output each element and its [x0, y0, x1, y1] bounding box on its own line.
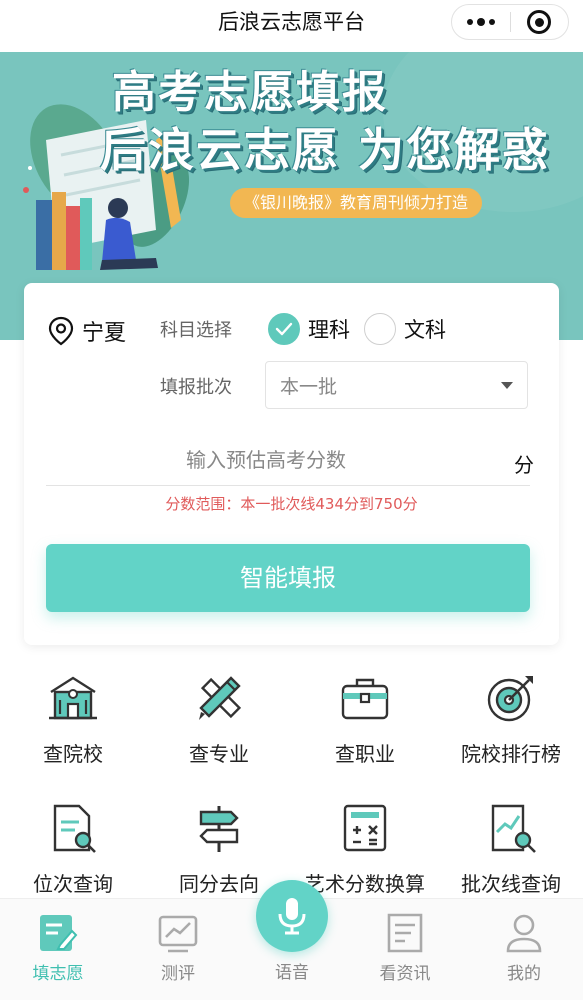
document-search-icon — [53, 804, 96, 853]
target-icon — [487, 676, 533, 722]
tab-label: 测评 — [161, 964, 195, 984]
banner-headline-1: 高考志愿填报 — [112, 67, 388, 118]
feature-label: 查专业 — [189, 742, 249, 766]
batch-label: 填报批次 — [160, 377, 232, 398]
signpost-icon — [199, 806, 239, 852]
subject-option-label: 理科 — [308, 318, 350, 342]
feature-same-score[interactable]: 同分去向 — [146, 800, 292, 897]
tab-voice-label: 语音 — [275, 963, 309, 983]
checked-radio-icon — [268, 313, 300, 345]
batch-selected-value: 本一批 — [280, 375, 338, 398]
banner-ribbon: 《银川晚报》教育周刊倾力打造 — [230, 188, 483, 218]
user-icon — [506, 914, 542, 953]
briefcase-icon — [341, 678, 389, 720]
chart-search-icon — [491, 804, 536, 853]
close-mini-program-icon[interactable] — [510, 5, 568, 39]
news-icon — [387, 913, 423, 953]
smart-fill-button[interactable]: 智能填报 — [46, 544, 530, 612]
mini-program-capsule — [451, 4, 569, 40]
score-unit: 分 — [514, 453, 534, 477]
caret-down-icon — [501, 381, 513, 389]
edit-form-icon — [40, 915, 78, 951]
location-label: 宁夏 — [82, 321, 127, 346]
pencil-ruler-icon — [199, 676, 242, 720]
tab-assessment[interactable]: 测评 — [128, 911, 228, 984]
feature-rank-query[interactable]: 位次查询 — [0, 800, 146, 897]
feature-label: 批次线查询 — [461, 872, 561, 896]
unchecked-radio-icon — [364, 313, 396, 345]
location-selector[interactable]: 宁夏 — [48, 315, 126, 347]
feature-label: 院校排行榜 — [461, 742, 561, 766]
feature-major[interactable]: 查专业 — [146, 670, 292, 767]
feature-art-score[interactable]: 艺术分数换算 — [292, 800, 438, 897]
tab-label: 填志愿 — [32, 964, 84, 984]
tab-label: 看资讯 — [379, 964, 431, 984]
page: 后浪云志愿平台 高考志愿填报 后浪云志愿 为您解惑 《银川晚报》教育周刊倾力打造… — [0, 0, 583, 1000]
volunteer-form-card: 宁夏 科目选择 理科 文科 填报批次 本一批 分 分数范围：本一批次线434分到… — [24, 283, 559, 645]
tab-profile[interactable]: 我的 — [474, 911, 574, 984]
feature-ranking[interactable]: 院校排行榜 — [438, 670, 583, 767]
feature-label: 查院校 — [43, 742, 103, 766]
top-navbar: 后浪云志愿平台 — [0, 0, 583, 52]
feature-career[interactable]: 查职业 — [292, 670, 438, 767]
feature-label: 查职业 — [335, 742, 395, 766]
batch-select[interactable]: 本一批 — [265, 361, 528, 409]
tab-label: 我的 — [507, 964, 541, 984]
subject-option-label: 文科 — [404, 318, 446, 342]
more-options-icon[interactable] — [452, 5, 510, 39]
calculator-icon — [343, 804, 387, 852]
microphone-icon — [278, 898, 306, 935]
score-range-hint: 分数范围：本一批次线434分到750分 — [165, 495, 418, 513]
voice-button[interactable] — [256, 880, 328, 952]
subject-option-science[interactable]: 理科 — [268, 313, 350, 345]
line-chart-icon — [158, 915, 198, 953]
feature-label: 位次查询 — [33, 872, 113, 896]
location-pin-icon — [48, 316, 74, 346]
subject-label: 科目选择 — [160, 320, 232, 341]
score-input-underline — [46, 485, 530, 486]
subject-option-arts[interactable]: 文科 — [364, 313, 446, 345]
banner-headline-2: 后浪云志愿 为您解惑 — [100, 123, 551, 177]
school-building-icon — [49, 676, 97, 720]
feature-school[interactable]: 查院校 — [0, 670, 146, 767]
feature-batch-line[interactable]: 批次线查询 — [438, 800, 583, 897]
score-input[interactable] — [46, 435, 486, 485]
tab-fill-volunteer[interactable]: 填志愿 — [8, 911, 108, 984]
tab-news[interactable]: 看资讯 — [355, 911, 455, 984]
